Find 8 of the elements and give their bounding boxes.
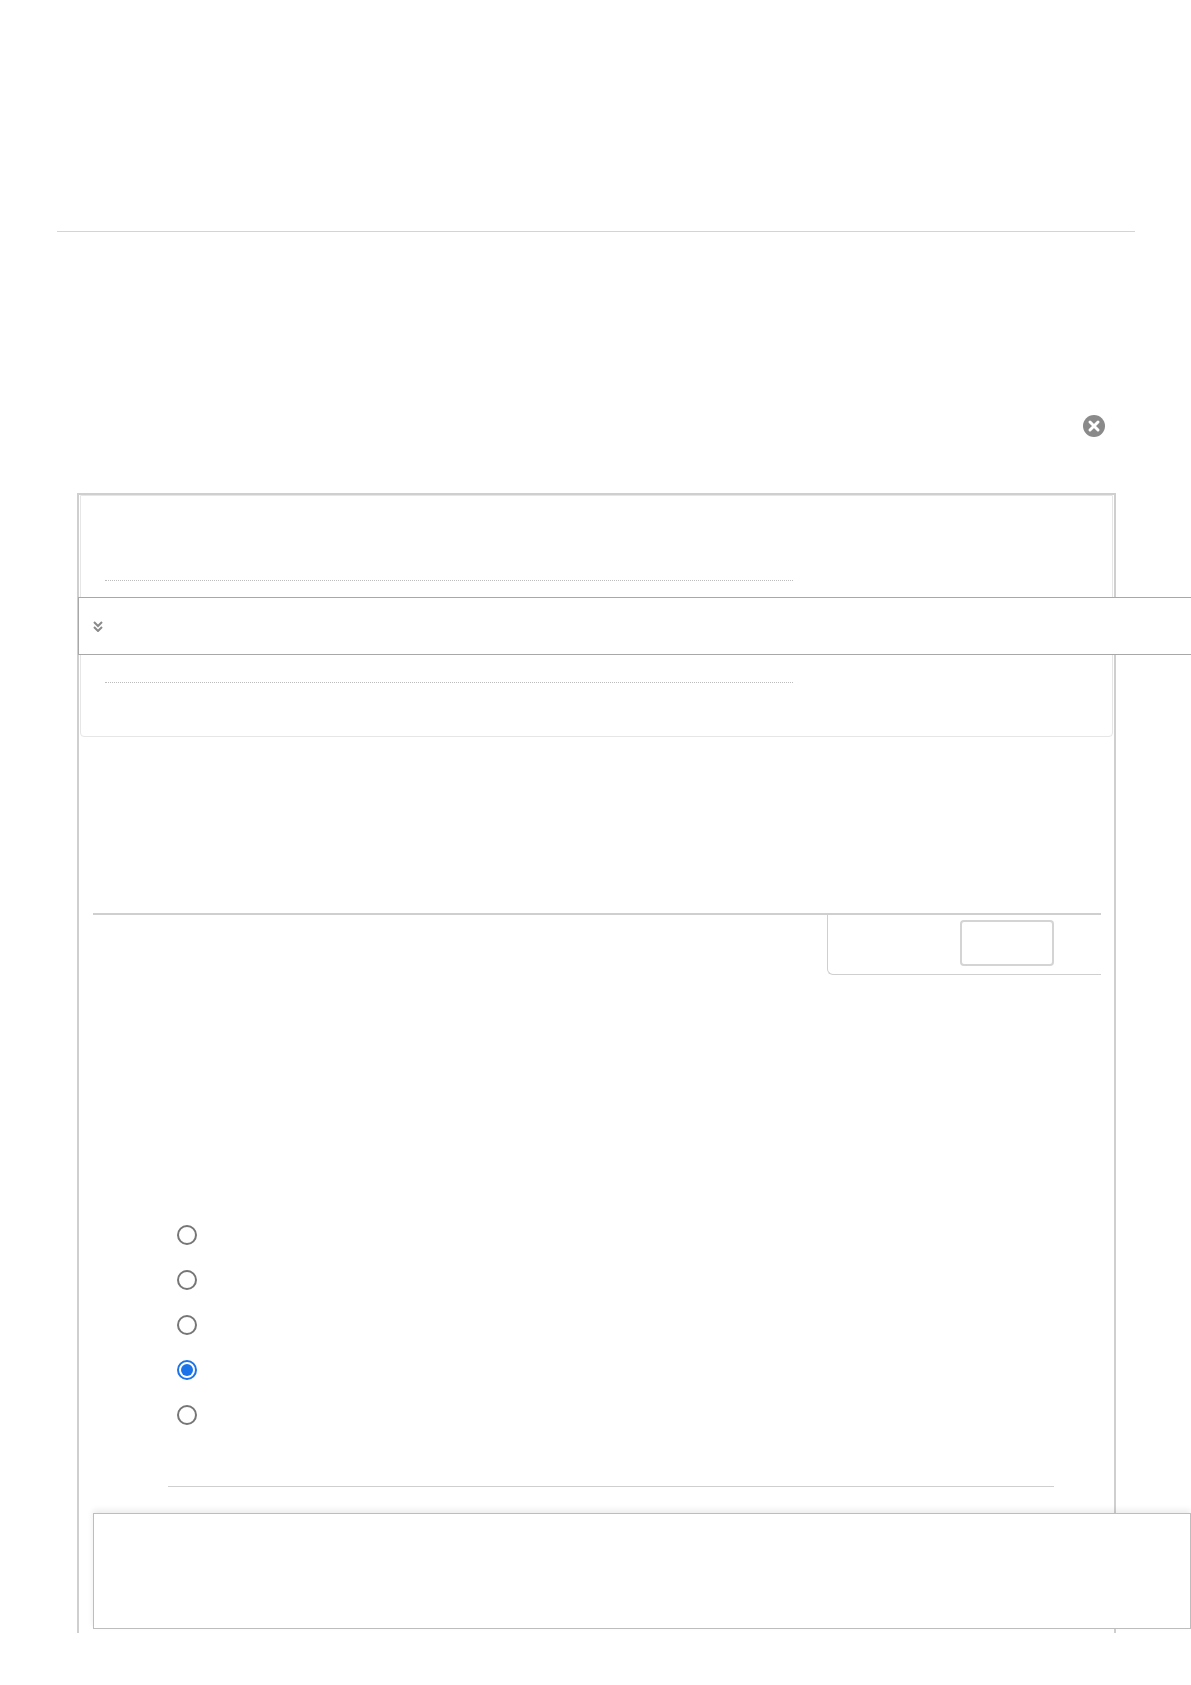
double-chevron-icon (93, 620, 103, 632)
close-icon[interactable] (1083, 415, 1105, 437)
collapse-bar[interactable] (78, 597, 1191, 655)
radio-button[interactable] (177, 1315, 197, 1335)
radio-button[interactable] (177, 1270, 197, 1290)
radio-button[interactable] (177, 1225, 197, 1245)
radio-button[interactable] (177, 1405, 197, 1425)
radio-button[interactable] (177, 1360, 197, 1380)
